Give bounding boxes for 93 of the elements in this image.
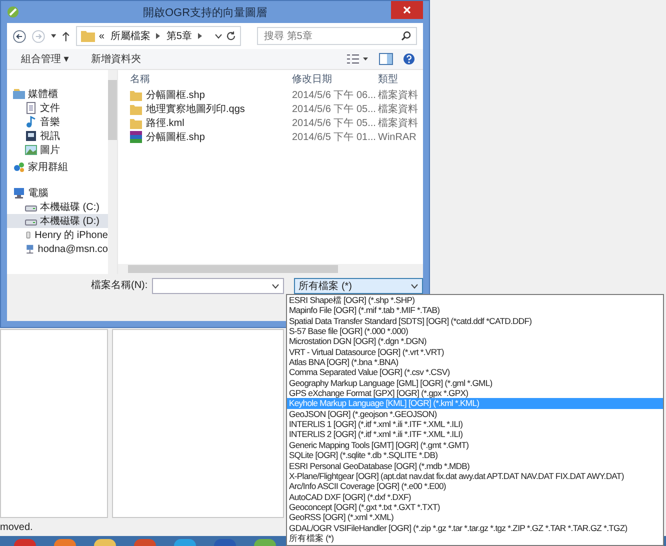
file-name[interactable]: 地理實察地圖列印.qgs [118,102,292,116]
file-type: WinRAR [378,132,418,142]
file-type-option[interactable]: Arc/Info ASCII Coverage [OGR] (*.e00 *.E00) [287,481,663,492]
chevron-icon[interactable] [156,33,160,39]
file-type: 檔案資料 [378,88,419,102]
sidebar-item[interactable]: 媒體櫃 [7,87,108,101]
organize-menu-button[interactable]: 組合管理 ▾ [15,51,75,67]
file-type-option[interactable]: Spatial Data Transfer Standard [SDTS] [OGR] (*catd.ddf *CATD.DDF) [287,316,663,326]
network-icon [25,243,35,255]
close-button[interactable] [391,1,423,19]
column-header[interactable]: 修改日期 [292,72,378,86]
back-icon[interactable] [13,28,26,44]
file-type-option[interactable]: GeoJSON [OGR] (*.geojson *.GEOJSON) [287,408,663,420]
file-type-option[interactable]: ESRI Shape檔 [OGR] (*.shp *.SHP) [287,295,663,306]
sidebar-item[interactable]: 家用群組 [7,160,108,174]
sidebar-item[interactable]: Henry 的 iPhone [7,228,108,242]
column-header[interactable]: 類型 [378,72,423,86]
dropdown-arrow-icon[interactable] [50,34,56,38]
homegroup-icon [13,161,25,173]
file-type-option[interactable]: Microstation DGN [OGR] (*.dgn *.DGN) [287,336,663,347]
sidebar-item[interactable]: 電腦 [7,186,108,200]
library-icon [13,88,25,100]
file-date: 2014/6/5 下午 01... [292,131,377,144]
file-type-option[interactable]: SQLite [OGR] (*.sqlite *.db *.SQLITE *.DB) [287,450,663,460]
search-field[interactable]: 搜尋 第5章 [257,27,418,45]
file-type: 檔案資料 [378,116,419,130]
sidebar-item[interactable]: 文件 [7,101,108,115]
window-title: 開啟OGR支持的向量圖層 [142,6,268,20]
file-type-dropdown[interactable]: 所有檔案 (*) [294,278,423,294]
folder-icon [80,30,95,42]
folder-icon [130,118,142,128]
file-type-option[interactable]: AutoCAD DXF [OGR] (*.dxf *.DXF) [287,492,663,502]
file-name[interactable]: 路徑.kml [118,116,292,130]
file-type-option[interactable]: Atlas BNA [OGR] (*.bna *.BNA) [287,357,663,368]
folder-icon [130,90,142,100]
file-type-option[interactable]: Geoconcept [OGR] (*.gxt *.txt *.GXT *.TXT) [287,502,663,512]
file-type-option[interactable]: 所有檔案 (*) [287,532,663,544]
music-icon [25,116,37,128]
video-icon [25,130,37,142]
breadcrumb-item[interactable]: « [98,30,104,42]
caret-icon[interactable] [272,284,279,288]
file-type-option[interactable]: INTERLIS 2 [OGR] (*.itf *.xml *.ili *.ITF *.XML *.ILI) [287,429,663,440]
sidebar-item[interactable]: 本機磁碟 (C:) [7,200,108,214]
archive-icon [130,131,142,143]
file-type-option[interactable]: Mapinfo File [OGR] (*.mif *.tab *.MIF *.TAB) [287,305,663,316]
horizontal-scrollbar[interactable] [118,264,423,274]
chevron-icon[interactable] [198,33,202,39]
file-date: 2014/5/6 下午 05... [292,117,377,130]
file-name[interactable]: 分幅圖框.shp [118,130,292,144]
filename-label: 檔案名稱(N): [91,278,148,293]
file-type-option[interactable]: Geography Markup Language [GML] [OGR] (*.gml *.GML) [287,378,663,388]
new-folder-button[interactable]: 新增資料夾 [84,51,147,67]
up-arrow-icon[interactable] [62,30,70,42]
filename-field[interactable] [152,278,284,294]
file-type: 檔案資料 [378,102,419,116]
sidebar-item[interactable]: 音樂 [7,115,108,129]
file-type-option[interactable]: Generic Mapping Tools [GMT] [OGR] (*.gmt *.GMT) [287,440,663,450]
picture-icon [25,144,37,156]
sidebar-item[interactable]: 圖片 [7,143,108,157]
caret-icon[interactable] [215,34,222,38]
file-type-option[interactable]: GeoRSS [OGR] (*.xml *.XML) [287,512,663,523]
close-icon [403,6,411,14]
computer-icon [13,187,25,199]
file-type-option[interactable]: INTERLIS 1 [OGR] (*.itf *.xml *.ili *.ITF *.XML *.ILI) [287,419,663,430]
address-bar[interactable]: « 所屬檔案 第5章 [76,26,242,46]
file-type-option[interactable]: ESRI Personal GeoDatabase [OGR] (*.mdb *.MDB) [287,460,663,471]
file-type-option[interactable]: X-Plane/Flightgear [OGR] (apt.dat nav.dat fix.dat awy.dat APT.DAT NAV.DAT FIX.DAT AWY.DAT) [287,470,663,482]
status-text: moved. [0,522,33,532]
preview-pane-icon[interactable] [379,53,393,65]
sidebar-item[interactable]: 視訊 [7,129,108,143]
document-icon [25,102,37,114]
file-date: 2014/5/6 下午 06... [292,89,377,102]
help-icon[interactable] [403,53,415,65]
file-type-option[interactable]: S-57 Base file [OGR] (*.000 *.000) [287,326,663,336]
file-type-option[interactable]: VRT - Virtual Datasource [OGR] (*.vrt *.VRT) [287,346,663,358]
app-logo-icon [7,6,19,18]
breadcrumb-item[interactable]: 第5章 [166,29,192,43]
vertical-scrollbar[interactable] [108,70,117,274]
file-date: 2014/5/6 下午 05... [292,103,377,116]
file-type-option[interactable]: Comma Separated Value [OGR] (*.csv *.CSV) [287,367,663,378]
search-icon [401,31,412,41]
column-header[interactable]: 名稱 [118,72,292,86]
phone-icon [25,229,32,241]
file-type-option[interactable]: GPS eXchange Format [GPX] [OGR] (*.gpx *.GPX) [287,388,663,398]
sidebar-item[interactable]: hodna@msn.co [7,242,108,256]
breadcrumb-item[interactable]: 所屬檔案 [110,29,150,43]
view-options-icon[interactable] [347,54,369,64]
file-name[interactable]: 分幅圖框.shp [118,88,292,102]
file-type-option[interactable]: GDAL/OGR VSIFileHandler [OGR] (*.zip *.gz *.tar *.tar.gz *.tgz *.ZIP *.GZ *.TAR *.TAR.GZ *.TGZ) [287,522,663,533]
refresh-icon[interactable] [226,31,236,41]
caret-icon [411,284,418,288]
folder-icon [130,104,142,114]
sidebar-item[interactable]: 本機磁碟 (D:) [7,214,108,228]
